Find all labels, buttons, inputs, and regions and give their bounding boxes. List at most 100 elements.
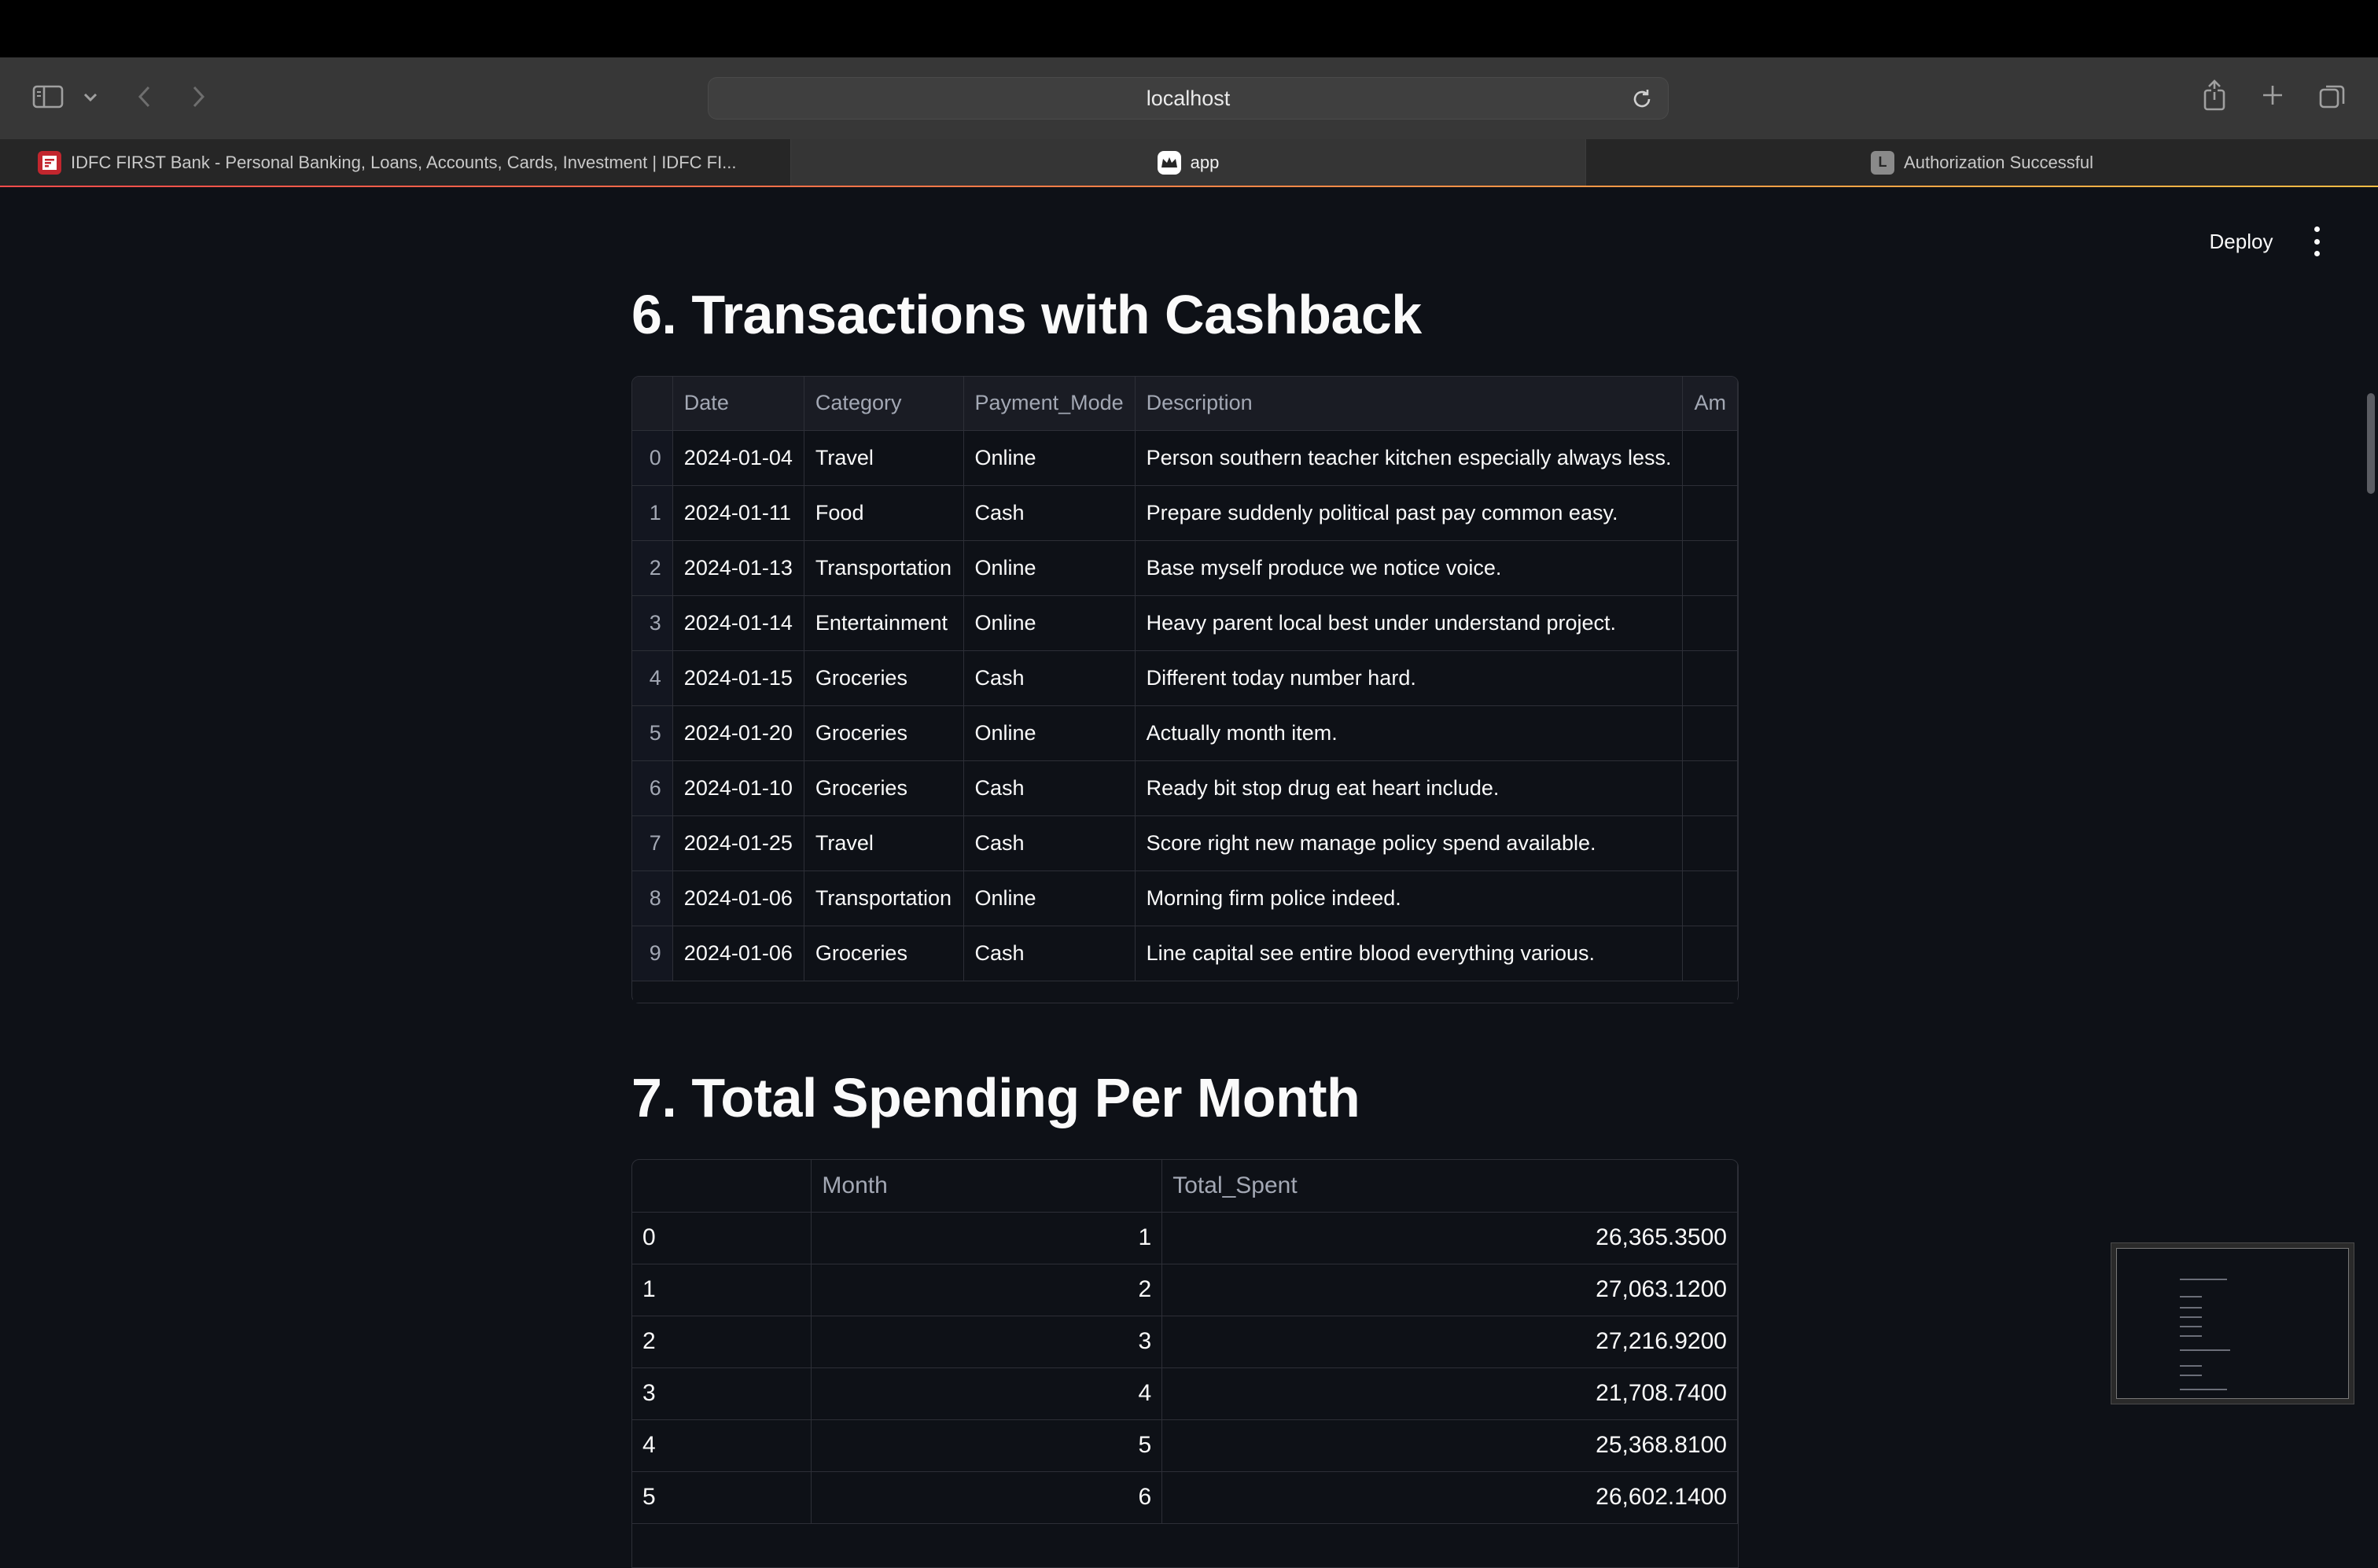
column-header-category[interactable]: Category bbox=[804, 377, 964, 431]
back-icon[interactable] bbox=[132, 83, 156, 111]
category-cell[interactable]: Food bbox=[804, 485, 964, 541]
description-cell[interactable]: Morning firm police indeed. bbox=[1135, 870, 1684, 926]
main-menu-icon[interactable] bbox=[2306, 226, 2328, 256]
date-cell[interactable]: 2024-01-04 bbox=[672, 430, 804, 486]
category-cell[interactable]: Transportation bbox=[804, 870, 964, 926]
amount-cell[interactable] bbox=[1682, 926, 1738, 981]
payment-mode-cell[interactable]: Cash bbox=[963, 926, 1136, 981]
tab-idfc[interactable]: IDFC FIRST Bank - Personal Banking, Loan… bbox=[0, 139, 791, 186]
date-cell[interactable]: 2024-01-25 bbox=[672, 815, 804, 871]
table-row[interactable]: 4 2024-01-15 Groceries Cash Different today … bbox=[632, 650, 1738, 706]
payment-mode-cell[interactable]: Online bbox=[963, 430, 1136, 486]
category-cell[interactable]: Groceries bbox=[804, 926, 964, 981]
date-cell[interactable]: 2024-01-11 bbox=[672, 485, 804, 541]
amount-cell[interactable] bbox=[1682, 485, 1738, 541]
table-row[interactable]: 0 2024-01-04 Travel Online Person southern t… bbox=[632, 430, 1738, 486]
amount-cell[interactable] bbox=[1682, 430, 1738, 486]
category-cell[interactable]: Travel bbox=[804, 815, 964, 871]
amount-cell[interactable] bbox=[1682, 540, 1738, 596]
date-cell[interactable]: 2024-01-15 bbox=[672, 650, 804, 706]
column-header-index bbox=[632, 1160, 812, 1213]
sidebar-toggle-icon[interactable] bbox=[30, 81, 66, 112]
date-cell[interactable]: 2024-01-06 bbox=[672, 870, 804, 926]
date-cell[interactable]: 2024-01-06 bbox=[672, 926, 804, 981]
transactions-dataframe[interactable]: Date Category Payment_Mode Description A… bbox=[631, 376, 1739, 1003]
description-cell[interactable]: Score right new manage policy spend avai… bbox=[1135, 815, 1684, 871]
description-cell[interactable]: Person southern teacher kitchen especial… bbox=[1135, 430, 1684, 486]
description-cell[interactable]: Base myself produce we notice voice. bbox=[1135, 540, 1684, 596]
column-header-date[interactable]: Date bbox=[672, 377, 804, 431]
column-header-description[interactable]: Description bbox=[1135, 377, 1684, 431]
month-cell: 6 bbox=[811, 1471, 1163, 1524]
table-row[interactable]: 9 2024-01-06 Groceries Cash Line capital see… bbox=[632, 926, 1738, 981]
date-cell[interactable]: 2024-01-14 bbox=[672, 595, 804, 651]
description-cell[interactable]: Actually month item. bbox=[1135, 705, 1684, 761]
amount-cell[interactable] bbox=[1682, 815, 1738, 871]
page-scrollbar[interactable] bbox=[2367, 393, 2375, 494]
date-cell[interactable]: 2024-01-20 bbox=[672, 705, 804, 761]
row-index[interactable]: 3 bbox=[632, 595, 673, 651]
deploy-button[interactable]: Deploy bbox=[2186, 222, 2296, 261]
payment-mode-cell[interactable]: Cash bbox=[963, 760, 1136, 816]
category-cell[interactable]: Groceries bbox=[804, 650, 964, 706]
payment-mode-cell[interactable]: Cash bbox=[963, 485, 1136, 541]
category-cell[interactable]: Travel bbox=[804, 430, 964, 486]
payment-mode-cell[interactable]: Online bbox=[963, 705, 1136, 761]
row-index: 2 bbox=[632, 1316, 812, 1368]
page-minimap[interactable] bbox=[2111, 1242, 2354, 1404]
column-header-index[interactable] bbox=[632, 377, 673, 431]
table-row[interactable]: 2 2024-01-13 Transportation Online Base myse… bbox=[632, 540, 1738, 596]
row-index: 1 bbox=[632, 1264, 812, 1316]
chevron-down-icon[interactable] bbox=[79, 87, 102, 108]
description-cell[interactable]: Different today number hard. bbox=[1135, 650, 1684, 706]
table-row[interactable]: 3 2024-01-14 Entertainment Online Heavy pare… bbox=[632, 595, 1738, 651]
description-cell[interactable]: Ready bit stop drug eat heart include. bbox=[1135, 760, 1684, 816]
row-index[interactable]: 9 bbox=[632, 926, 673, 981]
section-6-heading: 6. Transactions with Cashback bbox=[631, 284, 1422, 345]
payment-mode-cell[interactable]: Online bbox=[963, 595, 1136, 651]
row-index[interactable]: 0 bbox=[632, 430, 673, 486]
tab-app[interactable]: app bbox=[791, 139, 1585, 186]
row-index[interactable]: 4 bbox=[632, 650, 673, 706]
table-row[interactable]: 7 2024-01-25 Travel Cash Score right new man… bbox=[632, 815, 1738, 871]
table-row[interactable]: 8 2024-01-06 Transportation Online Morning f… bbox=[632, 870, 1738, 926]
row-index[interactable]: 2 bbox=[632, 540, 673, 596]
share-icon[interactable] bbox=[2200, 78, 2229, 112]
amount-cell[interactable] bbox=[1682, 870, 1738, 926]
table-row[interactable]: 5 2024-01-20 Groceries Online Actually month… bbox=[632, 705, 1738, 761]
payment-mode-cell[interactable]: Cash bbox=[963, 650, 1136, 706]
amount-cell[interactable] bbox=[1682, 595, 1738, 651]
row-index[interactable]: 8 bbox=[632, 870, 673, 926]
row-index[interactable]: 5 bbox=[632, 705, 673, 761]
category-cell[interactable]: Groceries bbox=[804, 705, 964, 761]
row-index[interactable]: 6 bbox=[632, 760, 673, 816]
row-index[interactable]: 1 bbox=[632, 485, 673, 541]
new-tab-icon[interactable] bbox=[2258, 81, 2287, 109]
category-cell[interactable]: Groceries bbox=[804, 760, 964, 816]
column-header-amount[interactable]: Am bbox=[1682, 377, 1738, 431]
column-header-payment-mode[interactable]: Payment_Mode bbox=[963, 377, 1136, 431]
payment-mode-cell[interactable]: Online bbox=[963, 870, 1136, 926]
description-cell[interactable]: Heavy parent local best under understand… bbox=[1135, 595, 1684, 651]
category-cell[interactable]: Transportation bbox=[804, 540, 964, 596]
description-cell[interactable]: Line capital see entire blood everything… bbox=[1135, 926, 1684, 981]
payment-mode-cell[interactable]: Cash bbox=[963, 815, 1136, 871]
date-cell[interactable]: 2024-01-10 bbox=[672, 760, 804, 816]
amount-cell[interactable] bbox=[1682, 760, 1738, 816]
tab-authorization[interactable]: L Authorization Successful bbox=[1585, 139, 2378, 186]
forward-icon[interactable] bbox=[187, 83, 211, 111]
row-index[interactable]: 7 bbox=[632, 815, 673, 871]
table-row[interactable]: 1 2024-01-11 Food Cash Prepare suddenly poli… bbox=[632, 485, 1738, 541]
address-bar[interactable]: localhost bbox=[708, 77, 1669, 120]
table-row[interactable]: 6 2024-01-10 Groceries Cash Ready bit stop d… bbox=[632, 760, 1738, 816]
table-row: 0 1 26,365.3500 bbox=[632, 1212, 1738, 1264]
description-cell[interactable]: Prepare suddenly political past pay comm… bbox=[1135, 485, 1684, 541]
reload-icon[interactable] bbox=[1630, 87, 1654, 111]
amount-cell[interactable] bbox=[1682, 650, 1738, 706]
date-cell[interactable]: 2024-01-13 bbox=[672, 540, 804, 596]
tab-title: app bbox=[1190, 152, 1220, 172]
tab-overview-icon[interactable] bbox=[2317, 81, 2348, 112]
payment-mode-cell[interactable]: Online bbox=[963, 540, 1136, 596]
amount-cell[interactable] bbox=[1682, 705, 1738, 761]
category-cell[interactable]: Entertainment bbox=[804, 595, 964, 651]
